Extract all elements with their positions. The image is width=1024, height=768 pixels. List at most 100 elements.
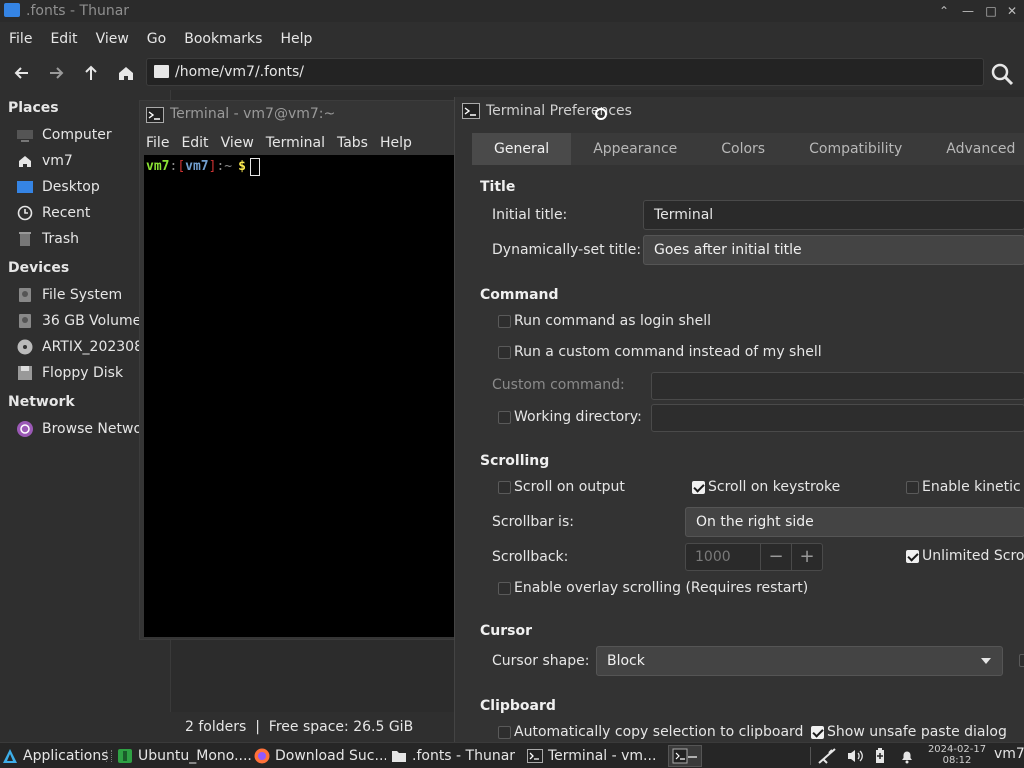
sidebar-item-recent[interactable]: Recent xyxy=(16,201,140,225)
overlay-scrolling-checkbox[interactable] xyxy=(498,582,511,595)
custom-command-toggle-label[interactable]: Run a custom command instead of my shell xyxy=(514,344,822,360)
chevron-up-icon[interactable]: ⌃ xyxy=(936,3,952,19)
sidebar-item-home[interactable]: vm7 xyxy=(16,149,140,173)
auto-copy-label[interactable]: Automatically copy selection to clipboar… xyxy=(514,724,803,740)
unlimited-scrollback-checkbox[interactable] xyxy=(906,550,919,563)
unsafe-paste-label[interactable]: Show unsafe paste dialog xyxy=(827,724,1007,740)
terminal-screen[interactable]: vm7 : [ vm7 ] : ~ $ xyxy=(144,155,454,637)
home-icon[interactable] xyxy=(115,62,137,84)
menu-file[interactable]: File xyxy=(140,131,175,155)
task-terminal[interactable]: Terminal - vm... xyxy=(527,745,661,767)
up-arrow-icon[interactable] xyxy=(80,62,102,84)
sidebar-item-trash[interactable]: Trash xyxy=(16,227,140,251)
task-download[interactable]: Download Suc... xyxy=(254,745,386,767)
tab-colors[interactable]: Colors xyxy=(699,133,787,165)
thunar-menubar: File Edit View Go Bookmarks Help xyxy=(0,27,321,51)
scrollback-spinner[interactable]: 1000 − + xyxy=(685,543,823,571)
task-thunar[interactable]: .fonts - Thunar xyxy=(391,745,519,767)
taskbar: Applications Ubuntu_Mono.... Download Su… xyxy=(0,742,1024,768)
thunar-titlebar[interactable]: .fonts - Thunar ⌃ — □ ✕ xyxy=(0,0,1024,22)
clock-icon xyxy=(16,204,34,222)
tab-appearance[interactable]: Appearance xyxy=(571,133,699,165)
dynamic-title-select[interactable]: Goes after initial title xyxy=(643,235,1024,265)
menu-bookmarks[interactable]: Bookmarks xyxy=(175,27,271,51)
menu-terminal[interactable]: Terminal xyxy=(260,131,331,155)
volume-icon[interactable] xyxy=(846,748,864,764)
drive-icon xyxy=(16,312,34,330)
scrollbar-select[interactable]: On the right side xyxy=(685,507,1024,537)
menu-help[interactable]: Help xyxy=(271,27,321,51)
menu-file[interactable]: File xyxy=(0,27,41,51)
prompt-separator: : xyxy=(169,159,178,174)
sidebar-item-volume[interactable]: 36 GB Volume xyxy=(16,309,140,333)
initial-title-input[interactable]: Terminal xyxy=(643,200,1024,230)
sidebar-item-computer[interactable]: Computer xyxy=(16,123,140,147)
overlay-scrolling-label[interactable]: Enable overlay scrolling (Requires resta… xyxy=(514,580,808,596)
location-bar[interactable]: /home/vm7/.fonts/ xyxy=(146,58,984,86)
minus-icon[interactable]: − xyxy=(766,547,786,567)
unsafe-paste-checkbox[interactable] xyxy=(811,726,824,739)
login-shell-label[interactable]: Run command as login shell xyxy=(514,313,711,329)
scrolling-heading: Scrolling xyxy=(480,453,550,469)
back-arrow-icon[interactable] xyxy=(11,62,33,84)
minimize-button[interactable]: — xyxy=(960,3,976,19)
scroll-on-keystroke-checkbox[interactable] xyxy=(692,481,705,494)
menu-view[interactable]: View xyxy=(215,131,260,155)
network-disconnected-icon[interactable] xyxy=(817,747,837,765)
battery-icon[interactable] xyxy=(874,748,886,764)
scroll-on-output-checkbox[interactable] xyxy=(498,481,511,494)
menu-go[interactable]: Go xyxy=(138,27,175,51)
location-path: /home/vm7/.fonts/ xyxy=(175,64,304,80)
computer-icon xyxy=(16,126,34,144)
plus-icon[interactable]: + xyxy=(797,547,817,567)
mouse-cursor-icon xyxy=(595,108,607,120)
terminal-icon xyxy=(146,107,164,123)
task-ubuntu-mono[interactable]: Ubuntu_Mono.... xyxy=(117,745,251,767)
sidebar-item-label: Browse Network xyxy=(42,421,140,437)
dynamic-title-label: Dynamically-set title: xyxy=(492,242,642,258)
user-menu[interactable]: vm7 xyxy=(994,746,1024,762)
applications-label: Applications xyxy=(23,748,109,764)
custom-command-input[interactable] xyxy=(651,372,1024,400)
menu-tabs[interactable]: Tabs xyxy=(331,131,374,155)
unlimited-scrollback-label[interactable]: Unlimited Scrol xyxy=(922,548,1024,564)
sidebar-item-floppy[interactable]: Floppy Disk xyxy=(16,361,140,385)
sidebar-item-artix[interactable]: ARTIX_202308 xyxy=(16,335,140,359)
terminal-title: Terminal - vm7@vm7:~ xyxy=(170,106,336,122)
folder-icon xyxy=(154,65,169,78)
notification-bell-icon[interactable] xyxy=(899,748,915,764)
cursor-shape-select[interactable]: Block xyxy=(596,646,1003,676)
menu-edit[interactable]: Edit xyxy=(41,27,86,51)
scroll-on-keystroke-label[interactable]: Scroll on keystroke xyxy=(708,479,840,495)
kinetic-scrolling-checkbox[interactable] xyxy=(906,481,919,494)
title-heading: Title xyxy=(480,179,516,195)
auto-copy-checkbox[interactable] xyxy=(498,726,511,739)
menu-help[interactable]: Help xyxy=(374,131,418,155)
tab-general[interactable]: General xyxy=(472,133,572,165)
applications-menu-button[interactable]: Applications xyxy=(2,745,110,767)
preferences-window: Terminal Preferences General Appearance … xyxy=(454,97,1024,742)
menu-edit[interactable]: Edit xyxy=(175,131,214,155)
login-shell-checkbox[interactable] xyxy=(498,315,511,328)
tab-compatibility[interactable]: Compatibility xyxy=(787,133,924,165)
clock[interactable]: 2024-02-17 08:12 xyxy=(926,744,988,766)
kinetic-scrolling-label[interactable]: Enable kinetic s xyxy=(922,479,1024,495)
working-directory-checkbox[interactable] xyxy=(498,411,511,424)
tab-advanced[interactable]: Advanced xyxy=(924,133,1024,165)
spinner-divider xyxy=(791,544,792,570)
scroll-on-output-label[interactable]: Scroll on output xyxy=(514,479,625,495)
cursor-blink-checkbox[interactable] xyxy=(1019,654,1024,667)
working-directory-input[interactable] xyxy=(651,404,1024,432)
folder-icon xyxy=(391,748,407,764)
working-directory-label[interactable]: Working directory: xyxy=(514,409,642,425)
menu-view[interactable]: View xyxy=(87,27,138,51)
maximize-button[interactable]: □ xyxy=(983,3,999,19)
sidebar-item-filesystem[interactable]: File System xyxy=(16,283,140,307)
close-button[interactable]: ✕ xyxy=(1004,3,1020,19)
sidebar-item-desktop[interactable]: Desktop xyxy=(16,175,140,199)
task-terminal-preferences[interactable] xyxy=(668,745,702,767)
search-icon[interactable] xyxy=(990,62,1014,86)
sidebar-item-browse-network[interactable]: Browse Network xyxy=(16,417,140,441)
custom-command-checkbox[interactable] xyxy=(498,346,511,359)
forward-arrow-icon[interactable] xyxy=(45,62,67,84)
